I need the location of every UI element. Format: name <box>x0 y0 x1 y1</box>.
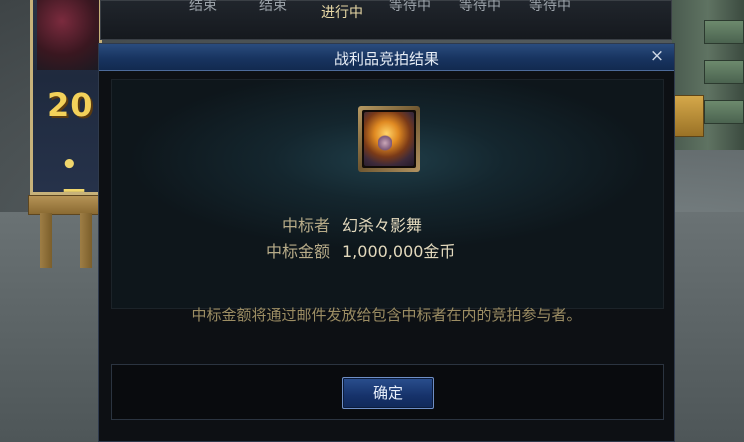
poster-leg-left <box>40 213 52 268</box>
status-item: 等待中 <box>529 0 571 14</box>
result-panel: 中标者 幻杀々影舞 中标金额 1,000,000金币 <box>111 79 664 309</box>
auction-status-bar: 结束 结束 进行中 等待中 等待中 等待中 <box>100 0 672 40</box>
machine-panel <box>704 100 744 124</box>
dialog-footer: 确定 <box>111 364 664 420</box>
status-item: 结束 <box>189 0 217 14</box>
amount-value: 1,000,000金币 <box>342 242 456 261</box>
amount-row: 中标金额 1,000,000金币 <box>112 238 665 261</box>
event-poster: 20 • 三 <box>30 0 102 216</box>
poster-board <box>28 195 100 215</box>
confirm-button[interactable]: 确定 <box>342 377 434 409</box>
winner-label: 中标者 <box>281 216 330 235</box>
machine-panel <box>704 20 744 44</box>
close-icon: × <box>649 46 665 66</box>
distribution-notice: 中标金额将通过邮件发放给包含中标者在内的竞拍参与者。 <box>191 306 582 324</box>
close-button[interactable]: × <box>648 47 666 65</box>
status-item: 等待中 <box>459 0 501 14</box>
poster-artwork <box>37 0 99 70</box>
auction-result-dialog: 战利品竞拍结果 × 中标者 幻杀々影舞 中标金额 1,000,000金币 中标金… <box>98 43 675 442</box>
machine-crate <box>672 95 704 137</box>
poster-leg-right <box>80 213 92 268</box>
machine-panel <box>704 60 744 84</box>
background-machine <box>672 0 744 150</box>
dialog-title: 战利品竞拍结果 <box>333 50 439 68</box>
winner-name: 幻杀々影舞 <box>342 216 423 235</box>
status-item: 等待中 <box>389 0 431 14</box>
amount-label: 中标金额 <box>265 242 330 261</box>
status-item-active: 进行中 <box>321 5 363 21</box>
winner-row: 中标者 幻杀々影舞 <box>112 212 665 235</box>
auction-item-orb-icon <box>364 112 414 166</box>
status-item: 结束 <box>259 0 287 14</box>
poster-year-text: 20 <box>47 86 94 124</box>
dialog-title-bar[interactable]: 战利品竞拍结果 × <box>99 44 674 71</box>
auction-item-slot[interactable] <box>358 106 420 172</box>
